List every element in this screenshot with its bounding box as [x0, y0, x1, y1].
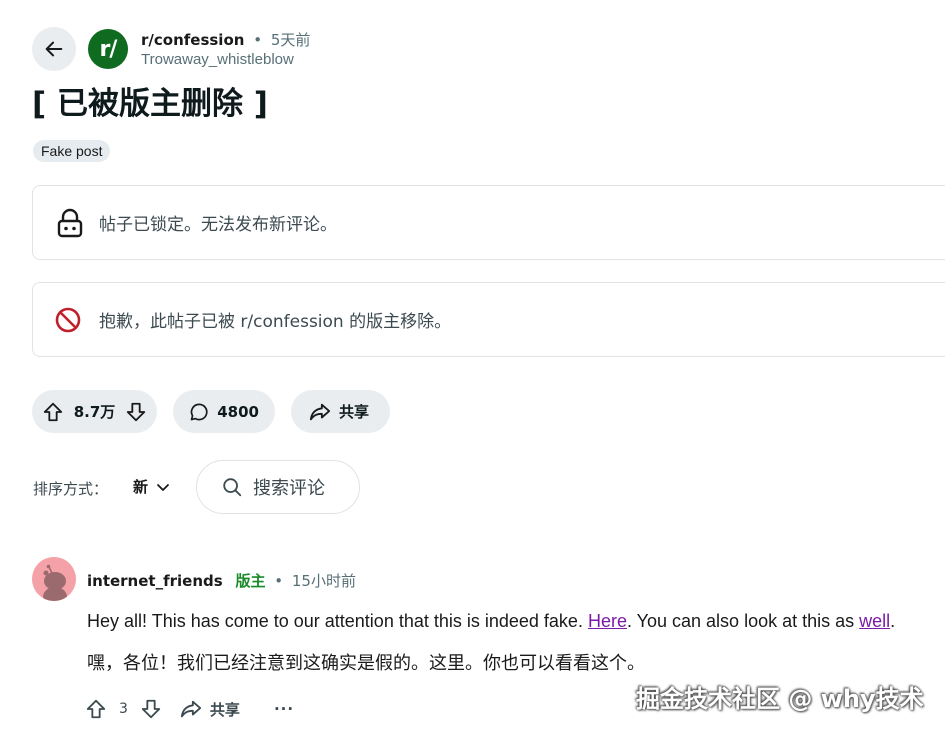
upvote-icon: [43, 402, 63, 421]
comment-body-chinese: 嘿，各位！我们已经注意到这确实是假的。这里。你也可以看看这个。: [87, 653, 645, 674]
upvote-button[interactable]: [42, 401, 64, 423]
removed-notice: 抱歉，此帖子已被 r/confession 的版主移除。: [32, 282, 945, 357]
sort-dropdown[interactable]: 新: [133, 476, 170, 497]
comment-share-label: 共享: [209, 700, 240, 719]
downvote-icon: [141, 699, 161, 719]
comment-actions: 3 共享 ···: [85, 698, 294, 720]
lock-icon: [55, 208, 85, 238]
comment-text-part: . You can also look at this as: [626, 611, 860, 631]
search-comments-input[interactable]: 搜索评论: [196, 460, 360, 514]
chevron-down-icon: [157, 483, 169, 491]
comment-username[interactable]: internet_friends: [87, 572, 223, 590]
comment-time: 15小时前: [291, 572, 356, 590]
downvote-button[interactable]: [125, 401, 147, 423]
comment-body-english: Hey all! This has come to our attention …: [87, 611, 895, 632]
removed-notice-text: 抱歉，此帖子已被 r/confession 的版主移除。: [99, 312, 452, 332]
meta-separator: •: [274, 572, 284, 590]
vote-bar: 8.7万: [32, 390, 157, 433]
post-title: [ 已被版主删除 ]: [32, 86, 268, 122]
share-label: 共享: [339, 403, 370, 421]
subreddit-link[interactable]: r/confession: [141, 31, 244, 49]
post-meta: r/confession • 5天前: [141, 29, 310, 50]
meta-separator: •: [253, 31, 263, 49]
post-flair[interactable]: Fake post: [33, 140, 111, 162]
prohibited-icon: [53, 305, 83, 335]
snoo-avatar-icon: [43, 564, 67, 601]
share-button[interactable]: 共享: [291, 390, 390, 433]
share-icon: [180, 700, 202, 718]
back-button[interactable]: [32, 27, 76, 71]
share-icon: [309, 403, 331, 420]
avatar[interactable]: [32, 557, 76, 601]
arrow-left-icon: [45, 41, 63, 57]
locked-notice: 帖子已锁定。无法发布新评论。: [32, 185, 945, 260]
comment-share-button[interactable]: 共享: [180, 698, 240, 720]
comment-upvote-button[interactable]: [85, 698, 107, 720]
comment-count: 4800: [217, 402, 259, 421]
post-author[interactable]: Trowaway_whistleblow: [141, 51, 294, 68]
watermark: 掘金技术社区 @ why技术: [636, 685, 924, 713]
post-time: 5天前: [270, 31, 311, 49]
more-options-button[interactable]: ···: [274, 700, 294, 718]
mod-badge: 版主: [235, 572, 266, 590]
comments-button[interactable]: 4800: [173, 390, 275, 433]
well-link[interactable]: well: [859, 611, 890, 631]
comment-downvote-button[interactable]: [140, 698, 162, 720]
sort-value: 新: [133, 478, 149, 496]
comment-meta: internet_friends 版主 • 15小时前: [87, 570, 356, 591]
sort-label: 排序方式：: [33, 480, 109, 498]
comment-icon: [190, 403, 208, 420]
downvote-icon: [126, 402, 146, 421]
subreddit-avatar[interactable]: r/: [88, 29, 128, 69]
locked-notice-text: 帖子已锁定。无法发布新评论。: [99, 215, 337, 235]
upvote-icon: [86, 699, 106, 719]
here-link[interactable]: Here: [588, 611, 627, 631]
vote-count: 8.7万: [73, 403, 116, 421]
comment-text-part: Hey all! This has come to our attention …: [87, 611, 588, 631]
search-placeholder: 搜索评论: [253, 478, 325, 499]
comment-vote-count: 3: [119, 701, 128, 717]
search-icon: [223, 478, 242, 497]
comment-text-part: .: [890, 611, 896, 631]
